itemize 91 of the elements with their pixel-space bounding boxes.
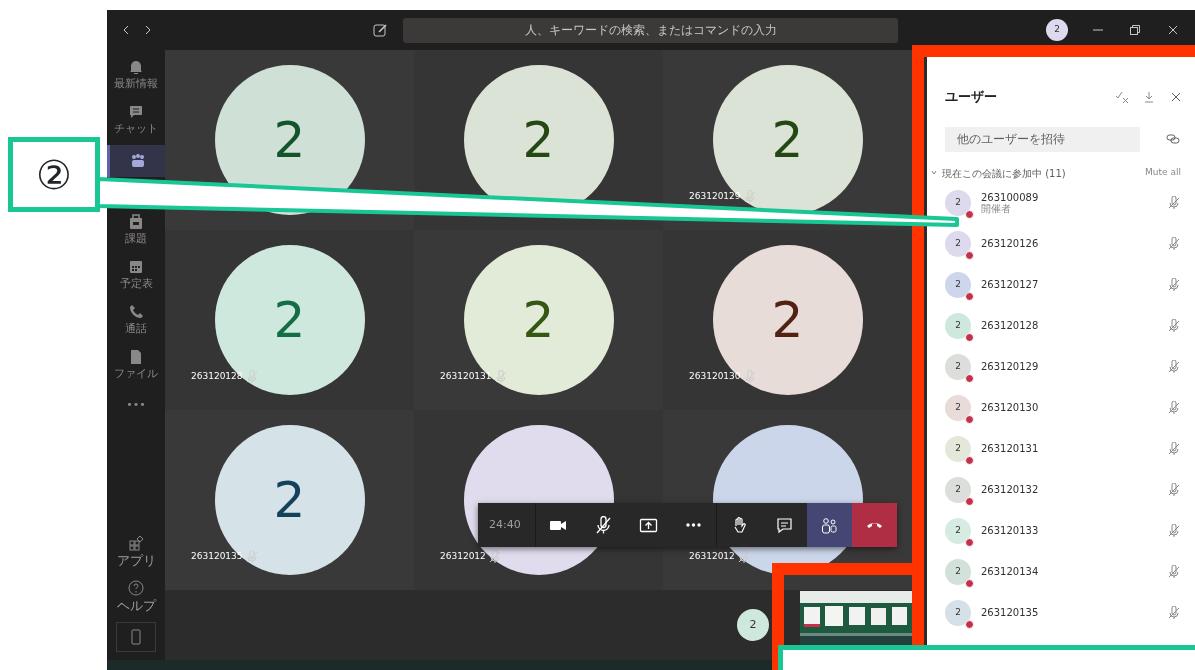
participant-row[interactable]: 2 263120127	[945, 264, 1181, 306]
link-icon[interactable]	[1166, 133, 1180, 145]
hang-up-icon	[866, 522, 882, 528]
participant-name: 263120127	[981, 279, 1040, 291]
self-avatar: 2	[737, 609, 769, 641]
participant-name: 263120134	[981, 566, 1040, 578]
restore-icon[interactable]	[1130, 25, 1140, 35]
participant-avatar: 2	[945, 477, 971, 503]
participant-name: 263120130	[981, 402, 1040, 414]
presence-dot	[965, 292, 974, 301]
participant-avatar: 2	[945, 436, 971, 462]
presence-dot	[965, 579, 974, 588]
participant-avatar: 2	[945, 559, 971, 585]
participant-name: 263100089	[981, 191, 1040, 203]
caret-icon[interactable]	[931, 170, 937, 176]
chat-icon	[128, 104, 144, 121]
participant-row[interactable]: 2 263120134	[945, 551, 1181, 593]
participant-avatar: 2	[945, 518, 971, 544]
presence-dot	[965, 497, 974, 506]
participant-avatar: 2	[945, 231, 971, 257]
participant-name: 263120133	[981, 525, 1040, 537]
app-bar-item[interactable]: 予定表	[107, 255, 165, 295]
participant-name: 26312012	[689, 550, 735, 564]
bell-icon	[128, 59, 144, 76]
presence-dot	[965, 620, 974, 629]
more-icon	[685, 523, 701, 527]
participant-row[interactable]: 2 263120131	[945, 428, 1181, 470]
participant-avatar: 2	[945, 190, 971, 216]
app-bar-item[interactable]: ヘルプ	[107, 577, 165, 617]
compose-icon[interactable]	[373, 23, 387, 37]
participant-row[interactable]: 2 263120135	[945, 592, 1181, 634]
participant-name: 26312012	[440, 550, 486, 564]
callout-box: ②	[8, 137, 100, 212]
participant-avatar: 2	[945, 272, 971, 298]
apps-icon	[128, 535, 144, 552]
participant-avatar: 2	[945, 313, 971, 339]
close-icon[interactable]	[1168, 25, 1178, 35]
participant-row[interactable]: 2 263120126	[945, 223, 1181, 265]
participant-name: 263120132	[981, 484, 1040, 496]
presence-dot	[965, 456, 974, 465]
close-icon[interactable]	[1171, 91, 1181, 102]
section-header[interactable]: 現在この会議に参加中 (11)	[942, 165, 1146, 181]
file-icon	[128, 349, 144, 366]
participant-row[interactable]: 2 263120130	[945, 387, 1181, 429]
calendar-icon	[128, 259, 144, 276]
app-bar-item[interactable]	[107, 145, 165, 177]
participant-row[interactable]: 2 263100089 開催者	[945, 182, 1181, 224]
app-bar-item[interactable]: 最新情報	[107, 55, 165, 95]
app-bar-item[interactable]: ファイル	[107, 345, 165, 385]
participant-avatar: 2	[945, 395, 971, 421]
panel-title: ユーザー	[945, 88, 998, 106]
participant-row[interactable]: 2 263120129	[945, 346, 1181, 388]
call-timer: 24:40	[478, 503, 536, 547]
participant-role: 開催者	[981, 203, 1012, 215]
people-icon	[819, 515, 839, 535]
people-button[interactable]	[806, 503, 852, 547]
presence-dot	[965, 415, 974, 424]
help-icon	[128, 580, 144, 597]
participant-row[interactable]: 2 263120133	[945, 510, 1181, 552]
back-icon[interactable]	[123, 25, 129, 35]
participant-name: 263120128	[981, 320, 1040, 332]
presence-dot	[965, 374, 974, 383]
presence-dot	[965, 210, 974, 219]
app-bar-item[interactable]: 課題	[107, 210, 165, 250]
participant-row[interactable]: 2 263120128	[945, 305, 1181, 347]
profile-avatar[interactable]: 2	[1046, 19, 1068, 41]
app-bar-item[interactable]: アプリ	[107, 532, 165, 572]
app-bar-item[interactable]: チャット	[107, 100, 165, 140]
people-group-icon	[129, 153, 146, 169]
presence-dot	[965, 333, 974, 342]
forward-icon[interactable]	[145, 25, 151, 35]
phone-device-icon	[128, 629, 144, 645]
invite-field[interactable]: 他のユーザーを招待	[945, 126, 1140, 152]
phone-icon	[128, 304, 144, 321]
search-field[interactable]: 人、キーワードの検索、またはコマンドの入力	[403, 17, 898, 43]
download-icon[interactable]	[1143, 90, 1155, 103]
participant-name: 263120131	[981, 443, 1040, 455]
participant-name: 263120135	[981, 607, 1040, 619]
chat-icon	[774, 515, 794, 535]
participant-avatar: 2	[945, 354, 971, 380]
presence-dot	[965, 538, 974, 547]
participant-name: 263120129	[981, 361, 1040, 373]
presence-dot	[965, 251, 974, 260]
app-bar-item[interactable]: 通話	[107, 300, 165, 340]
mute-all-button[interactable]: Mute all	[1145, 166, 1181, 180]
backpack-icon	[128, 214, 144, 231]
app-bar-item[interactable]: •••	[107, 390, 165, 420]
check-x-icon[interactable]	[1115, 90, 1129, 103]
participant-avatar: 2	[945, 600, 971, 626]
participant-name: 263120126	[981, 238, 1040, 250]
participant-row[interactable]: 2 263120132	[945, 469, 1181, 511]
